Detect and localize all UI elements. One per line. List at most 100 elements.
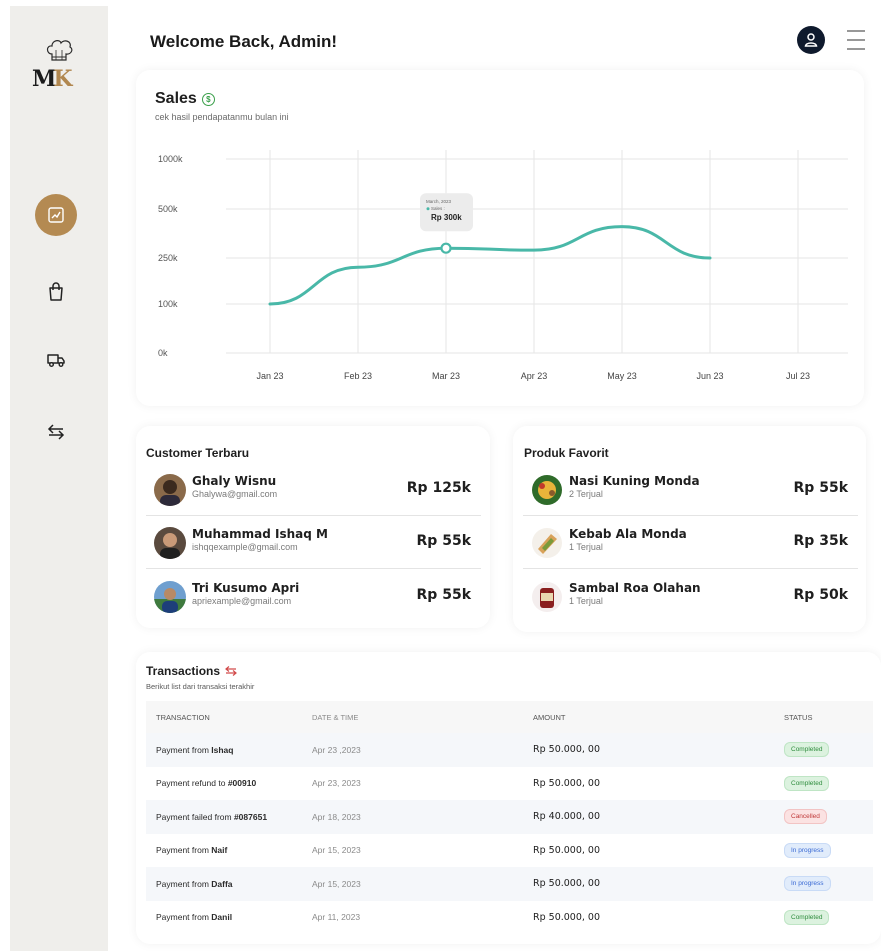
sales-card: Sales $ cek hasil pendapatanmu bulan ini… (136, 70, 864, 406)
transaction-cell: Payment refund to #00910 (146, 767, 312, 801)
amount-cell: Rp 50.000, 00 (533, 844, 601, 856)
sidebar: MK (10, 6, 108, 951)
status-badge: Completed (784, 742, 830, 758)
x-tick-label: Jun 23 (696, 371, 723, 381)
transaction-cell: Payment from Ishaq (146, 733, 312, 767)
chef-hat-icon (46, 40, 73, 61)
customer-row[interactable]: Ghaly Wisnu Ghalywa@gmail.com Rp 125k (146, 464, 481, 516)
transaction-prefix: Payment failed from (156, 811, 234, 822)
customer-name: Ghaly Wisnu (192, 474, 277, 488)
nav-dashboard[interactable] (35, 194, 77, 236)
tooltip-series: Sales : (431, 206, 445, 211)
shopping-bag-icon (49, 282, 63, 301)
customer-row[interactable]: Tri Kusumo Apri apriexample@gmail.com Rp… (146, 571, 481, 623)
column-header[interactable]: DATE & TIME (312, 701, 533, 733)
customer-amount: Rp 55k (416, 533, 471, 549)
customer-name: Muhammad Ishaq M (192, 527, 328, 541)
chart-icon (48, 207, 64, 223)
x-tick-label: Feb 23 (344, 371, 372, 381)
product-row[interactable]: Nasi Kuning Monda 2 Terjual Rp 55k (523, 464, 858, 516)
x-tick-label: Mar 23 (432, 371, 460, 381)
column-header[interactable]: STATUS (784, 701, 873, 733)
hamburger-menu-icon[interactable] (846, 28, 866, 52)
customer-name: Tri Kusumo Apri (192, 581, 300, 595)
transfer-icon (225, 666, 237, 676)
product-row[interactable]: Sambal Roa Olahan 1 Terjual Rp 50k (523, 571, 858, 623)
status-badge: Completed (784, 775, 830, 791)
table-row[interactable]: Payment failed from #087651 Apr 18, 2023 R… (146, 800, 873, 834)
nav-orders[interactable] (33, 269, 79, 315)
product-name: Kebab Ala Monda (569, 527, 687, 541)
product-row[interactable]: Kebab Ala Monda 1 Terjual Rp 35k (523, 517, 858, 569)
recent-customers-card: Customer Terbaru Ghaly Wisnu Ghalywa@gma… (136, 426, 490, 628)
customer-avatar (154, 474, 186, 506)
customer-email: apriexample@gmail.com (192, 596, 292, 606)
transaction-prefix: Payment from (156, 878, 212, 889)
customer-email: Ghalywa@gmail.com (192, 489, 278, 499)
table-row[interactable]: Payment from Danil Apr 11, 2023 Rp 50.000,… (146, 901, 873, 935)
x-tick-label: Apr 23 (521, 371, 548, 381)
y-tick-label: 0k (158, 348, 168, 358)
customer-avatar (154, 527, 186, 559)
date-cell: Apr 11, 2023 (312, 912, 361, 923)
transactions-card: Transactions Berikut list dari transaksi… (136, 652, 881, 944)
x-tick-label: Jul 23 (786, 371, 810, 381)
transactions-title: Transactions (146, 664, 221, 678)
truck-icon (47, 354, 65, 367)
products-title: Produk Favorit (524, 446, 609, 460)
customer-email: ishqqexample@gmail.com (192, 542, 298, 552)
product-price: Rp 35k (793, 533, 848, 549)
status-cell: In progress (784, 867, 873, 901)
column-header[interactable]: AMOUNT (533, 701, 784, 733)
product-image (531, 581, 563, 613)
x-tick-label: Jan 23 (256, 371, 283, 381)
favorite-products-card: Produk Favorit Nasi Kuning Monda 2 Terju… (513, 426, 866, 632)
product-sold: 1 Terjual (569, 542, 603, 552)
transaction-prefix: Payment refund to (156, 778, 228, 789)
product-image (531, 527, 563, 559)
transaction-target: Daffa (211, 878, 233, 889)
logo-wordmark: MK (32, 66, 73, 92)
customers-title: Customer Terbaru (146, 446, 250, 460)
y-tick-label: 1000k (158, 154, 183, 164)
product-sold: 2 Terjual (569, 489, 603, 499)
transaction-cell: Payment from Naif (146, 834, 312, 868)
product-name: Nasi Kuning Monda (569, 474, 700, 488)
date-cell: Apr 18, 2023 (312, 800, 533, 834)
status-badge: In progress (784, 842, 831, 858)
status-cell: Completed (784, 767, 873, 801)
date-cell: Apr 23 ,2023 (312, 733, 533, 767)
column-header[interactable]: TRANSACTION (146, 701, 312, 733)
product-sold: 1 Terjual (569, 596, 603, 606)
table-header-row: TRANSACTION DATE & TIME AMOUNT STATUS (146, 701, 873, 733)
customer-amount: Rp 125k (406, 480, 471, 496)
user-icon (804, 33, 818, 47)
nav-delivery[interactable] (33, 337, 79, 383)
status-cell: In progress (784, 834, 873, 868)
profile-button[interactable] (797, 26, 825, 54)
amount-cell: Rp 50.000, 00 (533, 911, 601, 923)
table-row[interactable]: Payment refund to #00910 Apr 23, 2023 Rp 5… (146, 767, 873, 801)
product-price: Rp 50k (793, 587, 848, 603)
y-tick-label: 100k (158, 299, 178, 309)
amount-cell: Rp 50.000, 00 (533, 867, 784, 901)
product-image (531, 474, 563, 506)
table-row[interactable]: Payment from Naif Apr 15, 2023 Rp 50.000, … (146, 834, 873, 868)
nav-transactions[interactable] (33, 409, 79, 455)
product-price: Rp 55k (793, 480, 848, 496)
table-row[interactable]: Payment from Ishaq Apr 23 ,2023 Rp 50.000,… (146, 733, 873, 767)
customer-amount: Rp 55k (416, 587, 471, 603)
transaction-target: Ishaq (211, 744, 234, 755)
brand-logo[interactable]: MK (28, 38, 90, 98)
transaction-prefix: Payment from (156, 744, 212, 755)
status-badge: In progress (784, 876, 831, 892)
tooltip-value: Rp 300k (431, 213, 462, 222)
transaction-target: Danil (211, 912, 233, 923)
sales-series-line (268, 225, 712, 306)
table-row[interactable]: Payment from Daffa Apr 15, 2023 Rp 50.000,… (146, 867, 873, 901)
sales-line-chart[interactable]: 1000k 500k 250k 100k 0k Jan 23 Feb 23 Mar 23 Apr… (136, 70, 864, 406)
customer-row[interactable]: Muhammad Ishaq M ishqqexample@gmail.com … (146, 517, 481, 569)
tooltip-date: March, 2023 (426, 199, 452, 204)
transaction-cell: Payment from Daffa (146, 867, 312, 901)
transfer-icon (47, 424, 65, 440)
